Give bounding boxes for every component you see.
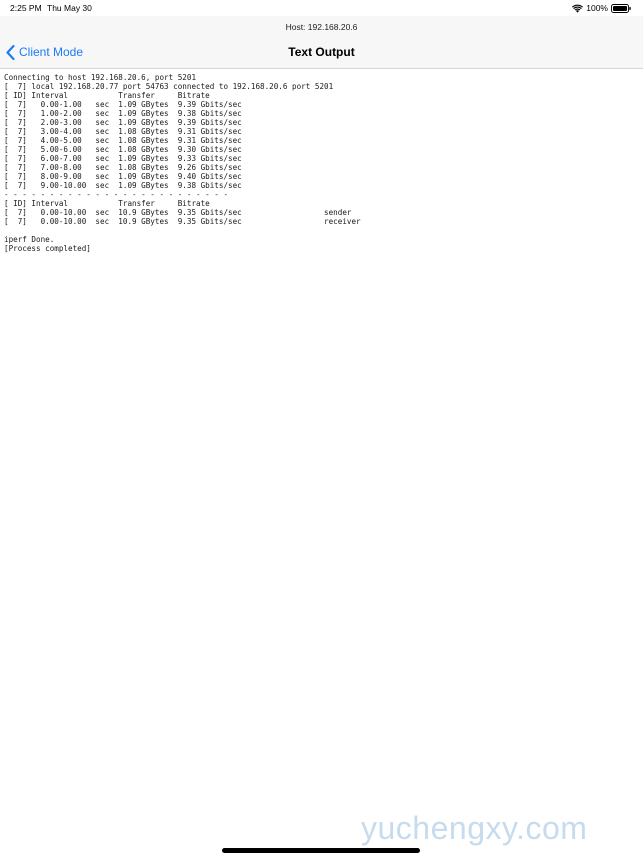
- output-line: [ 7] 0.00-10.00 sec 10.9 GBytes 9.35 Gbi…: [4, 208, 352, 217]
- output-line: [ ID] Interval Transfer Bitrate: [4, 199, 210, 208]
- home-indicator[interactable]: [222, 848, 420, 853]
- host-label: Host: 192.168.20.6: [285, 22, 358, 32]
- battery-percent: 100%: [586, 3, 608, 13]
- status-time: 2:25 PM: [10, 3, 42, 13]
- status-indicators: 100%: [572, 2, 631, 14]
- output-line: [ 7] 6.00-7.00 sec 1.09 GBytes 9.33 Gbit…: [4, 154, 242, 163]
- battery-icon: [611, 3, 631, 13]
- output-line: iperf Done.: [4, 235, 55, 244]
- output-line: [ 7] 8.00-9.00 sec 1.09 GBytes 9.40 Gbit…: [4, 172, 242, 181]
- output-line: [ 7] 1.00-2.00 sec 1.09 GBytes 9.38 Gbit…: [4, 109, 242, 118]
- output-line: [ 7] 3.00-4.00 sec 1.08 GBytes 9.31 Gbit…: [4, 127, 242, 136]
- output-line: [ 7] 5.00-6.00 sec 1.08 GBytes 9.30 Gbit…: [4, 145, 242, 154]
- status-date: Thu May 30: [47, 3, 92, 13]
- output-line: Connecting to host 192.168.20.6, port 52…: [4, 73, 197, 82]
- wifi-icon: [572, 4, 584, 13]
- page-title: Text Output: [288, 45, 355, 59]
- output-line: [ 7] 0.00-10.00 sec 10.9 GBytes 9.35 Gbi…: [4, 217, 361, 226]
- navigation-bar: Host: 192.168.20.6 Client Mode Text Outp…: [0, 16, 643, 69]
- output-line: [ 7] 0.00-1.00 sec 1.09 GBytes 9.39 Gbit…: [4, 100, 242, 109]
- output-line: [ 7] 9.00-10.00 sec 1.09 GBytes 9.38 Gbi…: [4, 181, 242, 190]
- text-output[interactable]: Connecting to host 192.168.20.6, port 52…: [4, 73, 634, 253]
- output-line: [ ID] Interval Transfer Bitrate: [4, 91, 210, 100]
- output-line: [Process completed]: [4, 244, 91, 253]
- status-bar: 2:25 PM Thu May 30 100%: [0, 0, 643, 16]
- watermark: yuchengxy.com: [361, 810, 588, 846]
- output-line: [ 7] 2.00-3.00 sec 1.09 GBytes 9.39 Gbit…: [4, 118, 242, 127]
- output-line: [ 7] local 192.168.20.77 port 54763 conn…: [4, 82, 334, 91]
- output-line: [ 7] 7.00-8.00 sec 1.08 GBytes 9.26 Gbit…: [4, 163, 242, 172]
- output-line: - - - - - - - - - - - - - - - - - - - - …: [4, 190, 229, 199]
- output-line: [ 7] 4.00-5.00 sec 1.08 GBytes 9.31 Gbit…: [4, 136, 242, 145]
